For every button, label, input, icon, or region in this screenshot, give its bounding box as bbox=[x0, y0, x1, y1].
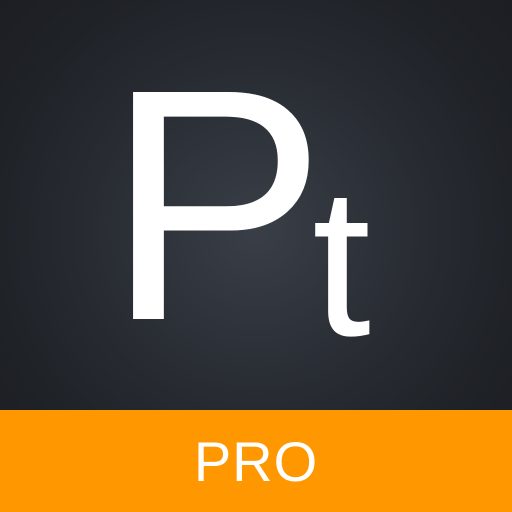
pro-label: PRO bbox=[193, 430, 319, 493]
app-logo: P t bbox=[0, 0, 512, 410]
pro-badge-band: PRO bbox=[0, 410, 512, 512]
logo-letter-t: t bbox=[312, 143, 371, 380]
logo-letter-p: P bbox=[106, 20, 327, 389]
app-icon: P t PRO bbox=[0, 0, 512, 512]
